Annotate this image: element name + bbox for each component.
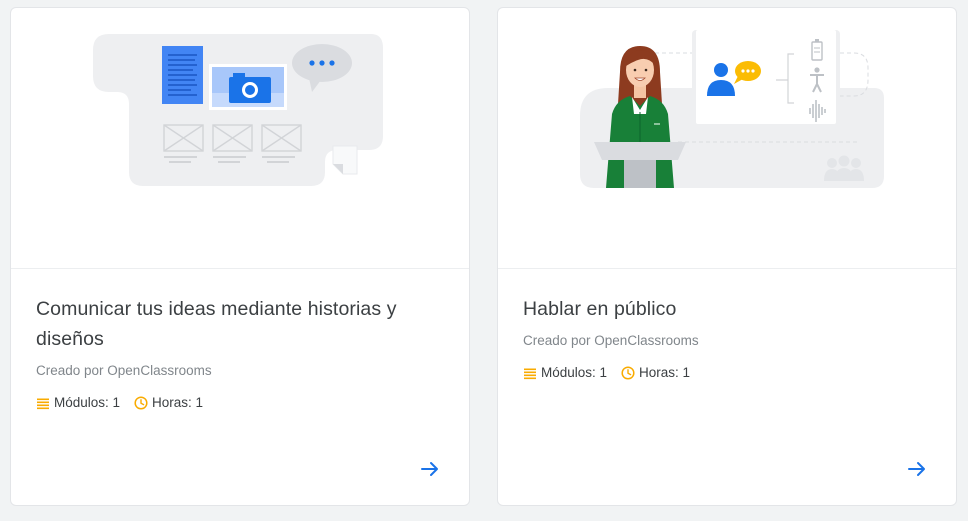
hours-label: Horas: 1 xyxy=(639,365,691,380)
arrow-right-icon xyxy=(908,462,925,476)
course-illustration xyxy=(498,8,956,269)
modules-count: Módulos: 1 xyxy=(523,365,607,380)
course-creator: Creado por OpenClassrooms xyxy=(523,333,699,348)
course-title[interactable]: Comunicar tus ideas mediante historias y… xyxy=(36,294,436,354)
course-creator: Creado por OpenClassrooms xyxy=(36,363,212,378)
hours-count: Horas: 1 xyxy=(621,365,690,380)
course-title[interactable]: Hablar en público xyxy=(523,294,923,324)
clock-icon xyxy=(134,395,148,410)
modules-label: Módulos: 1 xyxy=(541,365,608,380)
course-meta: Módulos: 1 Horas: 1 xyxy=(523,365,690,380)
modules-label: Módulos: 1 xyxy=(54,395,121,410)
list-icon xyxy=(524,368,536,379)
course-meta: Módulos: 1 Horas: 1 xyxy=(36,395,203,410)
arrow-right-icon xyxy=(421,462,438,476)
clock-icon xyxy=(621,365,635,380)
course-card[interactable]: Hablar en público Creado por OpenClassro… xyxy=(497,7,957,506)
open-course-button[interactable] xyxy=(904,456,930,482)
list-icon xyxy=(37,398,49,409)
hours-label: Horas: 1 xyxy=(152,395,204,410)
course-card[interactable]: Comunicar tus ideas mediante historias y… xyxy=(10,7,470,506)
course-illustration xyxy=(11,8,469,269)
modules-count: Módulos: 1 xyxy=(36,395,120,410)
open-course-button[interactable] xyxy=(417,456,443,482)
hours-count: Horas: 1 xyxy=(134,395,203,410)
